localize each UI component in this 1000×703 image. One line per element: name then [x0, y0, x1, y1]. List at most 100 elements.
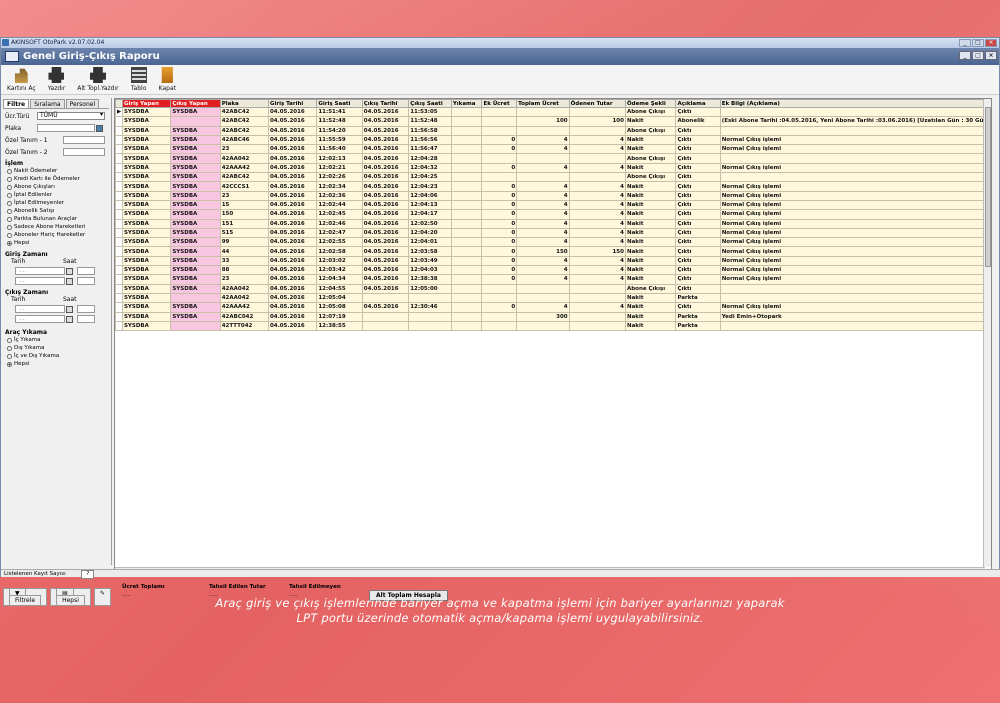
row-selector[interactable]: [115, 320, 123, 332]
table-row[interactable]: SYSDBA SYSDBA 42AAA42 04.05.2016 12:02:21 04.…: [115, 162, 991, 174]
column-header[interactable]: Çıkış Tarihi: [361, 99, 410, 108]
radio-icon[interactable]: [7, 200, 12, 206]
row-selector[interactable]: [115, 134, 123, 146]
table-row[interactable]: SYSDBA SYSDBA 42AA042 04.05.2016 12:04:55 04.…: [115, 283, 991, 294]
row-selector[interactable]: [115, 199, 123, 211]
row-selector[interactable]: ▶: [115, 106, 123, 118]
row-selector[interactable]: [115, 172, 123, 183]
radio-icon[interactable]: [7, 192, 12, 198]
radio-icon[interactable]: [7, 232, 12, 238]
print-button[interactable]: Yazdır: [48, 67, 65, 94]
row-selector[interactable]: [115, 153, 123, 164]
column-header[interactable]: Ödeme Şekli: [624, 99, 677, 108]
calendar-icon[interactable]: [66, 315, 73, 323]
column-header[interactable]: Ek Bilgi (Açıklama): [719, 99, 991, 108]
car-wash-option[interactable]: İç Yıkama: [7, 336, 107, 344]
radio-icon[interactable]: [7, 345, 12, 351]
table-row[interactable]: SYSDBA SYSDBA 88 04.05.2016 12:03:42 04.05.20…: [115, 265, 991, 276]
table-row[interactable]: SYSDBA SYSDBA 44 04.05.2016 12:02:58 04.05.20…: [115, 246, 991, 257]
radio-icon[interactable]: [7, 176, 12, 182]
table-row[interactable]: SYSDBA SYSDBA 42ABC46 04.05.2016 11:55:59 04.…: [115, 134, 991, 146]
radio-icon[interactable]: [7, 361, 12, 367]
custom2-input[interactable]: [63, 148, 105, 156]
table-row[interactable]: SYSDBA SYSDBA 23 04.05.2016 12:04:34 04.05.20…: [115, 274, 991, 285]
table-row[interactable]: SYSDBA 42TTT042 04.05.2016 12:38:55 Nakit Par…: [115, 320, 991, 332]
close-button[interactable]: Kapat: [159, 67, 176, 94]
radio-icon[interactable]: [7, 240, 12, 246]
row-selector[interactable]: [115, 237, 123, 248]
table-row[interactable]: SYSDBA SYSDBA 23 04.05.2016 11:56:40 04.05.20…: [115, 144, 991, 155]
operation-option[interactable]: İptal Edilmeyenler: [7, 199, 107, 207]
column-header[interactable]: Çıkış Yapan: [170, 99, 221, 108]
report-maximize-icon[interactable]: □: [972, 51, 984, 60]
table-row[interactable]: SYSDBA SYSDBA 42ABC42 04.05.2016 11:54:20 04.…: [115, 125, 991, 136]
tab-personnel[interactable]: Personel: [65, 99, 100, 108]
row-selector[interactable]: [115, 162, 123, 174]
table-row[interactable]: SYSDBA SYSDBA 15 04.05.2016 12:02:44 04.05.20…: [115, 199, 991, 211]
report-minimize-icon[interactable]: _: [959, 51, 971, 60]
row-selector[interactable]: [115, 181, 123, 192]
minimize-icon[interactable]: _: [959, 39, 971, 47]
open-card-button[interactable]: Kartını Aç: [7, 67, 36, 94]
column-header[interactable]: Yıkama: [450, 99, 483, 108]
table-row[interactable]: SYSDBA SYSDBA 99 04.05.2016 12:02:55 04.05.20…: [115, 237, 991, 248]
table-button[interactable]: Tablo: [130, 67, 147, 94]
table-row[interactable]: SYSDBA SYSDBA 150 04.05.2016 12:02:45 04.05.2…: [115, 209, 991, 220]
column-header[interactable]: Giriş Saati: [316, 99, 363, 108]
custom1-input[interactable]: [63, 136, 105, 144]
column-header[interactable]: Giriş Tarihi: [267, 99, 318, 108]
row-selector[interactable]: [115, 116, 123, 127]
radio-icon[interactable]: [7, 337, 12, 343]
operation-option[interactable]: Abone Çıkışları: [7, 183, 107, 191]
radio-icon[interactable]: [7, 184, 12, 190]
tab-sorting[interactable]: Sıralama: [30, 99, 65, 108]
row-selector[interactable]: [115, 311, 123, 322]
column-header[interactable]: Giriş Yapan: [121, 99, 172, 108]
tab-filter[interactable]: Filtre: [3, 99, 30, 108]
row-selector[interactable]: [115, 265, 123, 276]
radio-icon[interactable]: [7, 168, 12, 174]
table-row[interactable]: SYSDBA SYSDBA 151 04.05.2016 12:02:46 04.05.2…: [115, 218, 991, 229]
column-header[interactable]: Toplam Ücret: [516, 99, 570, 108]
table-row[interactable]: SYSDBA SYSDBA 42ABC42 04.05.2016 12:02:26 04.…: [115, 172, 991, 183]
entry-date-to[interactable]: . .: [15, 277, 65, 285]
exit-time-to[interactable]: [77, 315, 95, 323]
row-selector[interactable]: [115, 274, 123, 285]
table-row[interactable]: SYSDBA SYSDBA 42AAA42 04.05.2016 12:05:08 04.…: [115, 302, 991, 313]
exit-time-from[interactable]: [77, 305, 95, 313]
column-header[interactable]: Ödenen Tutar: [568, 99, 626, 108]
operation-option[interactable]: Aboneler Hariç Hareketler: [7, 231, 107, 239]
operation-option[interactable]: Kredi Kartı ile Ödemeler: [7, 175, 107, 183]
print-subtotal-button[interactable]: Alt Topl.Yazdır: [77, 67, 119, 94]
exit-date-from[interactable]: . .: [15, 305, 65, 313]
car-wash-option[interactable]: İç ve Dış Yıkama: [7, 352, 107, 360]
row-selector[interactable]: [115, 227, 123, 239]
close-icon[interactable]: ×: [985, 39, 997, 47]
row-selector[interactable]: [115, 292, 123, 304]
car-wash-option[interactable]: Dış Yıkama: [7, 344, 107, 352]
entry-date-from[interactable]: . .: [15, 267, 65, 275]
column-header[interactable]: Çıkış Saati: [408, 99, 452, 108]
row-selector[interactable]: [115, 283, 123, 294]
column-header[interactable]: Ek Ücret: [481, 99, 518, 108]
exit-date-to[interactable]: . .: [15, 315, 65, 323]
column-header[interactable]: Açıklama: [675, 99, 721, 108]
radio-icon[interactable]: [7, 208, 12, 214]
plate-input[interactable]: [37, 124, 95, 132]
table-row[interactable]: SYSDBA SYSDBA 23 04.05.2016 12:02:36 04.05.20…: [115, 190, 991, 201]
car-wash-option[interactable]: Hepsi: [7, 360, 107, 368]
maximize-icon[interactable]: □: [972, 39, 984, 47]
operation-option[interactable]: Sadece Abone Hareketleri: [7, 223, 107, 231]
operation-option[interactable]: Abonelik Satışı: [7, 207, 107, 215]
fee-type-select[interactable]: TÜMÜ: [37, 112, 105, 120]
table-row[interactable]: SYSDBA 42AA042 04.05.2016 12:05:04 Nakit Park…: [115, 292, 991, 304]
operation-option[interactable]: Nakit Ödemeler: [7, 167, 107, 175]
entry-time-to[interactable]: [77, 277, 95, 285]
table-row[interactable]: ▶ SYSDBA SYSDBA 42ABC42 04.05.2016 11:51:41 04…: [115, 106, 991, 118]
row-selector[interactable]: [115, 209, 123, 220]
entry-time-from[interactable]: [77, 267, 95, 275]
table-row[interactable]: SYSDBA SYSDBA 42AA042 04.05.2016 12:02:13 04.…: [115, 153, 991, 164]
table-row[interactable]: SYSDBA SYSDBA 42CCCS1 04.05.2016 12:02:34 04.…: [115, 181, 991, 192]
table-row[interactable]: SYSDBA SYSDBA 515 04.05.2016 12:02:47 04.05.2…: [115, 227, 991, 239]
table-row[interactable]: SYSDBA 42ABC42 04.05.2016 11:52:48 04.05.201…: [115, 116, 991, 127]
